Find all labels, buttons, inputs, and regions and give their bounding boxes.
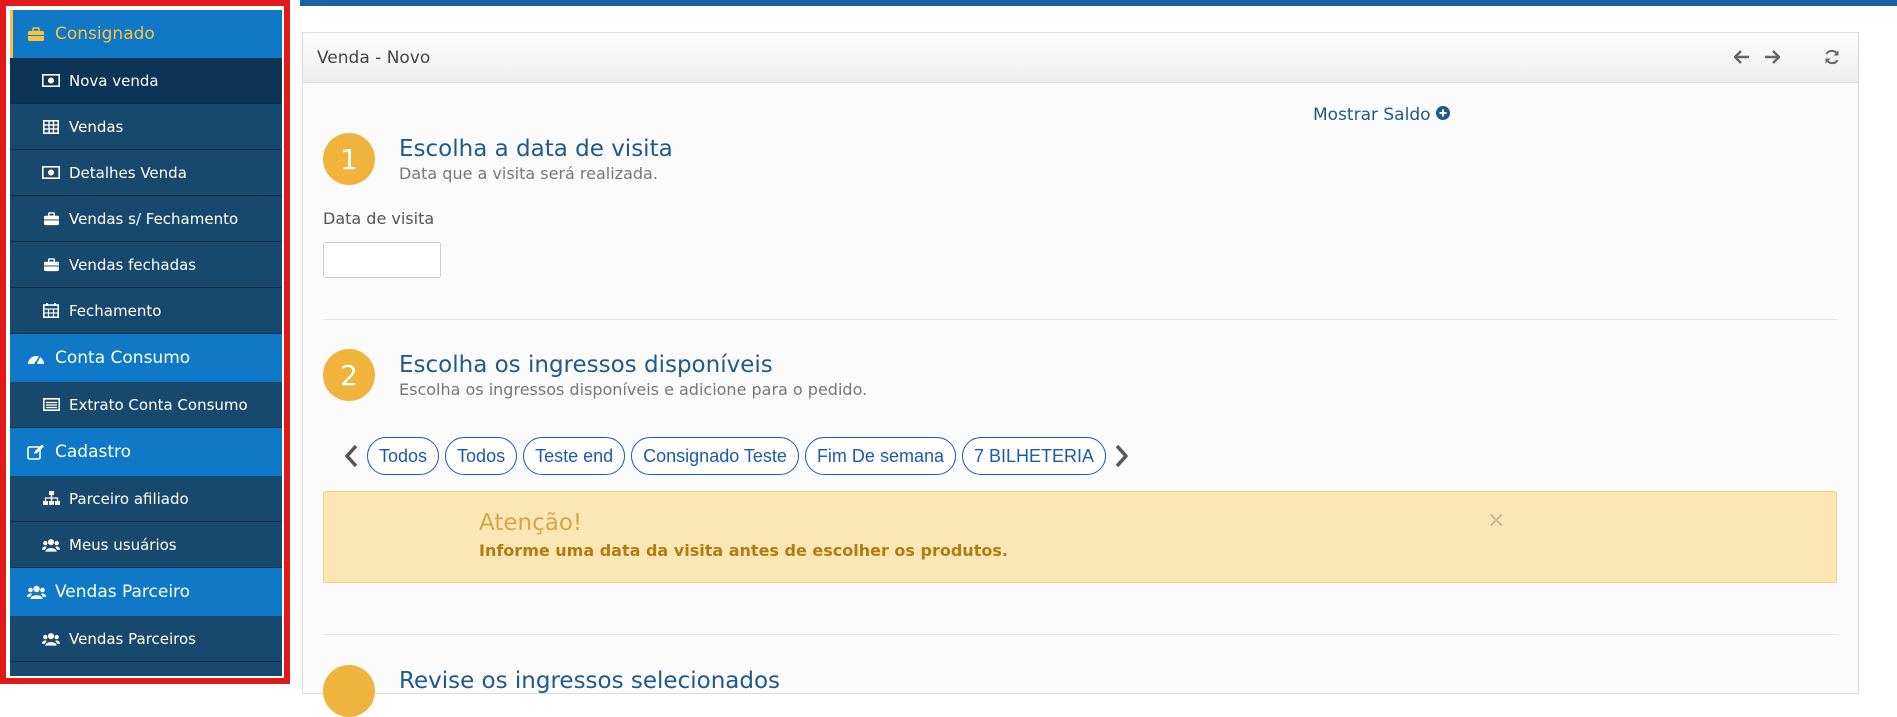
- money-icon: [42, 74, 60, 88]
- step-number: 2: [323, 349, 375, 401]
- step-number: [323, 665, 375, 717]
- page-title: Venda - Novo: [317, 47, 431, 68]
- arrow-left-icon[interactable]: [1732, 47, 1752, 67]
- sidebar-item-label: Vendas fechadas: [69, 255, 197, 274]
- sidebar-item-label: Vendas Parceiros: [69, 629, 197, 648]
- sidebar-item-vendas-sem-fechamento[interactable]: Vendas s/ Fechamento: [10, 196, 282, 242]
- sidebar-menu: Consignado Nova venda Vendas Detalhes Ve…: [10, 10, 282, 676]
- visit-date-label: Data de visita: [323, 209, 435, 228]
- sidebar-item-label: Vendas s/ Fechamento: [69, 209, 239, 228]
- users-icon: [42, 538, 60, 552]
- sidebar-item-label: Vendas: [69, 117, 124, 136]
- step-title: Revise os ingressos selecionados: [399, 668, 781, 694]
- refresh-icon[interactable]: [1822, 47, 1842, 67]
- sidebar-section-conta-consumo[interactable]: Conta Consumo: [10, 334, 282, 382]
- users-icon: [42, 632, 60, 646]
- step-number: 1: [323, 133, 375, 185]
- divider: [323, 319, 1838, 320]
- calendar-icon: [42, 303, 60, 318]
- sidebar-section-vendas-parceiro[interactable]: Vendas Parceiro: [10, 568, 282, 616]
- sidebar-item-vendas-parceiros[interactable]: Vendas Parceiros: [10, 616, 282, 662]
- sidebar-item-vendas-fechadas[interactable]: Vendas fechadas: [10, 242, 282, 288]
- main-panel: Venda - Novo Mostrar Saldo 1 Escolha a d…: [302, 32, 1859, 717]
- sidebar-item-fechamento[interactable]: Fechamento: [10, 288, 282, 334]
- show-balance-link[interactable]: Mostrar Saldo: [1313, 105, 1450, 125]
- edit-icon: [26, 444, 46, 460]
- step-subtitle: Data que a visita será realizada.: [399, 164, 658, 183]
- sidebar-item-detalhes-venda[interactable]: Detalhes Venda: [10, 150, 282, 196]
- briefcase-icon: [42, 211, 60, 226]
- panel-header: Venda - Novo: [303, 33, 1858, 83]
- sidebar-item-parceiro-afiliado[interactable]: Parceiro afiliado: [10, 476, 282, 522]
- table-icon: [42, 119, 60, 134]
- users-icon: [26, 584, 46, 600]
- step-title: Escolha os ingressos disponíveis: [399, 352, 773, 378]
- sidebar: Consignado Nova venda Vendas Detalhes Ve…: [0, 0, 290, 684]
- category-chip[interactable]: Todos: [445, 437, 518, 475]
- sitemap-icon: [42, 491, 60, 506]
- sidebar-item-nova-venda[interactable]: Nova venda: [10, 58, 282, 104]
- sidebar-item-label: Meus usuários: [69, 535, 177, 554]
- alert-title: Atenção!: [479, 510, 583, 536]
- sidebar-item-label: Detalhes Venda: [69, 163, 187, 182]
- briefcase-icon: [42, 257, 60, 272]
- briefcase-icon: [26, 26, 46, 42]
- sidebar-item-extrato-conta-consumo[interactable]: Extrato Conta Consumo: [10, 382, 282, 428]
- sidebar-section-cadastro[interactable]: Cadastro: [10, 428, 282, 476]
- list-icon: [42, 398, 60, 412]
- top-bar: [300, 0, 1897, 6]
- divider: [323, 634, 1838, 635]
- dashboard-icon: [26, 350, 46, 366]
- step-title: Escolha a data de visita: [399, 136, 673, 162]
- sidebar-item-label: Fechamento: [69, 301, 162, 320]
- alert-message: Informe uma data da visita antes de esco…: [479, 541, 1008, 560]
- sidebar-section-consignado[interactable]: Consignado: [10, 10, 282, 58]
- step-1: 1 Escolha a data de visita Data que a vi…: [323, 133, 673, 185]
- sidebar-item-label: Extrato Conta Consumo: [69, 395, 248, 414]
- category-chip[interactable]: Fim De semana: [804, 437, 956, 475]
- visit-date-input[interactable]: [323, 242, 441, 278]
- panel-tools: [1732, 47, 1842, 67]
- chevron-right-icon[interactable]: [1112, 441, 1132, 471]
- step-subtitle: Escolha os ingressos disponíveis e adici…: [399, 380, 868, 399]
- show-balance-label: Mostrar Saldo: [1313, 105, 1431, 125]
- close-icon[interactable]: ×: [1487, 508, 1505, 533]
- arrow-right-icon[interactable]: [1762, 47, 1782, 67]
- category-chip[interactable]: Consignado Teste: [631, 437, 799, 475]
- category-chip[interactable]: Teste end: [523, 437, 626, 475]
- sidebar-item-vendas[interactable]: Vendas: [10, 104, 282, 150]
- sidebar-section-label: Consignado: [55, 24, 155, 44]
- sidebar-section-label: Cadastro: [55, 442, 132, 462]
- sidebar-item-label: Nova venda: [69, 71, 159, 90]
- money-icon: [42, 166, 60, 180]
- step-2: 2 Escolha os ingressos disponíveis Escol…: [323, 349, 867, 401]
- sidebar-item-label: Parceiro afiliado: [69, 489, 189, 508]
- sidebar-item-meus-usuarios[interactable]: Meus usuários: [10, 522, 282, 568]
- ticket-category-carousel: Todos Todos Teste end Consignado Teste F…: [341, 437, 1132, 475]
- sidebar-section-label: Vendas Parceiro: [55, 582, 191, 602]
- warning-alert: Atenção! Informe uma data da visita ante…: [323, 491, 1837, 583]
- category-chip[interactable]: 7 BILHETERIA: [961, 437, 1107, 475]
- plus-circle-icon: [1435, 105, 1450, 125]
- chevron-left-icon[interactable]: [341, 441, 361, 471]
- category-chip[interactable]: Todos: [367, 437, 440, 475]
- sidebar-section-label: Conta Consumo: [55, 348, 191, 368]
